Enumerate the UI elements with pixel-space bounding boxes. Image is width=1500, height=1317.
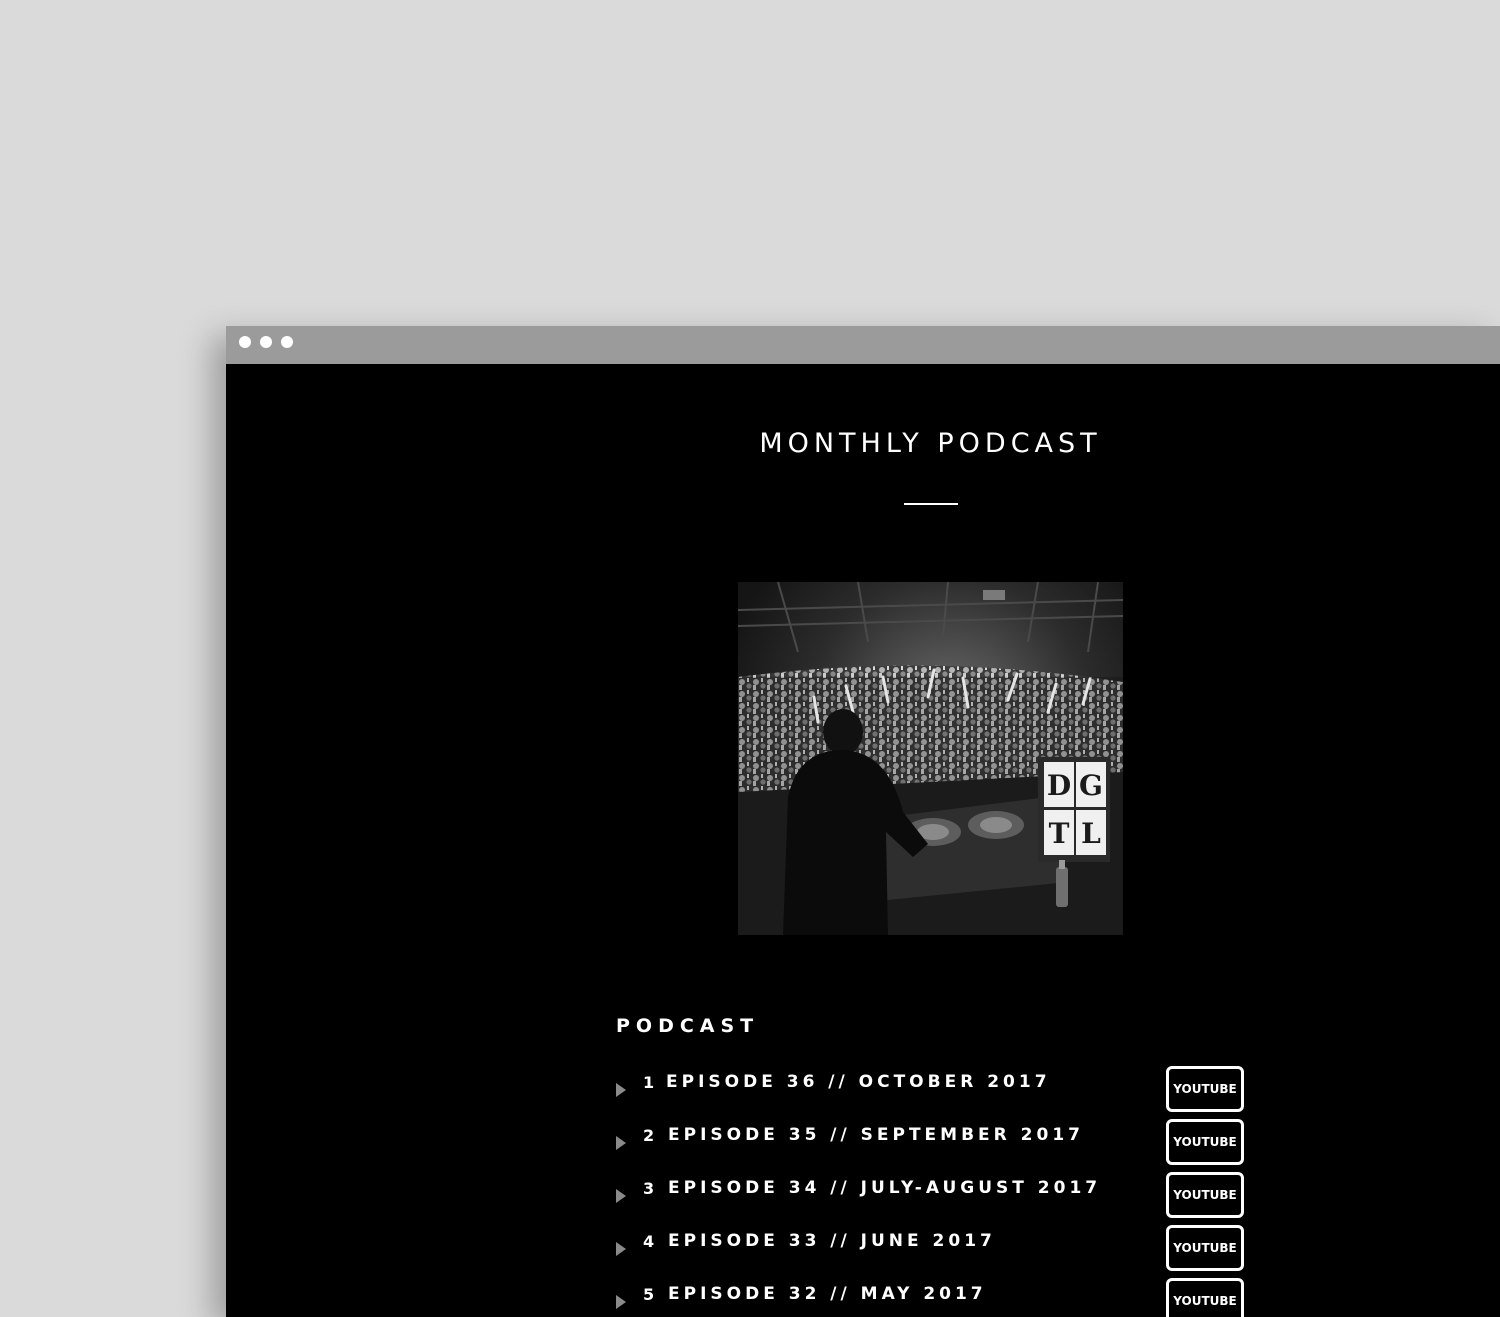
youtube-button[interactable]: YOUTUBE [1166,1225,1244,1271]
play-triangle-icon[interactable] [616,1083,626,1097]
window-dot-icon[interactable] [281,336,293,348]
podcast-page: MONTHLY PODCAST D G T L PODCAST 1 EPISOD… [226,364,1500,1317]
browser-window: MONTHLY PODCAST D G T L PODCAST 1 EPISOD… [226,326,1500,1317]
title-divider [904,503,958,505]
episode-number: 2 [643,1126,659,1145]
episode-title[interactable]: EPISODE 36 // OCTOBER 2017 [666,1071,1051,1093]
episode-number: 3 [643,1179,659,1198]
episode-row[interactable]: 5 EPISODE 32 // MAY 2017 YOUTUBE [616,1278,1256,1317]
episode-number: 4 [643,1232,659,1251]
page-title: MONTHLY PODCAST [759,428,1102,460]
logo-letter-t: T [1049,817,1070,850]
episode-number: 1 [643,1073,659,1092]
episode-row[interactable]: 1 EPISODE 36 // OCTOBER 2017 YOUTUBE [616,1066,1256,1116]
play-triangle-icon[interactable] [616,1189,626,1203]
episode-row[interactable]: 2 EPISODE 35 // SEPTEMBER 2017 YOUTUBE [616,1119,1256,1169]
window-dot-icon[interactable] [239,336,251,348]
logo-letter-l: L [1081,817,1101,850]
window-dot-icon[interactable] [260,336,272,348]
episode-title[interactable]: EPISODE 34 // JULY-AUGUST 2017 [668,1177,1101,1199]
youtube-button[interactable]: YOUTUBE [1166,1172,1244,1218]
play-triangle-icon[interactable] [616,1136,626,1150]
youtube-button[interactable]: YOUTUBE [1166,1278,1244,1317]
episode-title[interactable]: EPISODE 35 // SEPTEMBER 2017 [668,1124,1084,1146]
logo-letter-d: D [1047,769,1071,802]
episode-row[interactable]: 4 EPISODE 33 // JUNE 2017 YOUTUBE [616,1225,1256,1275]
logo-letter-g: G [1079,769,1103,802]
play-triangle-icon[interactable] [616,1242,626,1256]
youtube-button[interactable]: YOUTUBE [1166,1119,1244,1165]
episode-row[interactable]: 3 EPISODE 34 // JULY-AUGUST 2017 YOUTUBE [616,1172,1256,1222]
section-heading-podcast: PODCAST [616,1014,760,1037]
youtube-button[interactable]: YOUTUBE [1166,1066,1244,1112]
episode-title[interactable]: EPISODE 32 // MAY 2017 [668,1283,987,1305]
browser-title-bar [226,326,1500,364]
play-triangle-icon[interactable] [616,1295,626,1309]
episode-number: 5 [643,1285,659,1304]
episode-title[interactable]: EPISODE 33 // JUNE 2017 [668,1230,996,1252]
podcast-cover-image: D G T L [738,582,1123,935]
